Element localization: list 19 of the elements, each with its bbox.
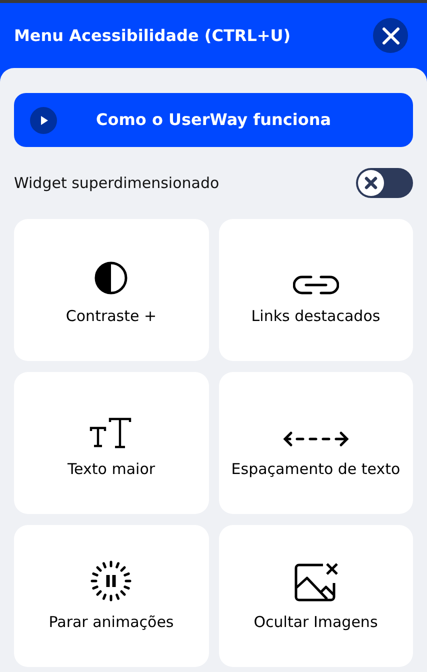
toggle-switch[interactable] [356, 168, 413, 198]
feature-tile[interactable]: Ocultar Imagens [218, 525, 413, 667]
link-icon [292, 274, 339, 296]
close-icon [382, 26, 400, 44]
close-button[interactable] [373, 18, 408, 53]
feature-tile[interactable]: Espaçamento de texto [218, 372, 413, 514]
pause-icon [90, 560, 132, 602]
contrast-icon [93, 260, 130, 296]
hidden-image-icon [292, 562, 339, 602]
feature-tile[interactable]: Contraste + [14, 219, 208, 361]
play-icon [30, 107, 57, 134]
feature-tile[interactable]: Links destacados [218, 219, 413, 361]
window-title: Menu Acessibilidade (CTRL+U) [14, 24, 291, 46]
feature-tile[interactable]: Texto maior [14, 372, 208, 514]
video-button[interactable]: Como o UserWay funciona [14, 93, 413, 147]
x-icon [358, 170, 384, 196]
toggle-label: Widget superdimensionado [14, 172, 220, 194]
feature-tile[interactable]: Parar animações [14, 525, 208, 667]
arrows-icon [282, 428, 349, 448]
